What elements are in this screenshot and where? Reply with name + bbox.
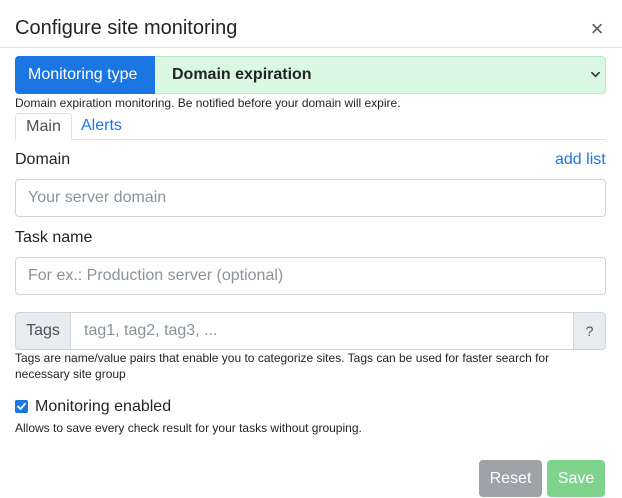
dialog-title: Configure site monitoring [15,17,238,39]
monitoring-enabled-label[interactable]: Monitoring enabled [35,397,171,417]
chevron-down-icon [591,71,600,78]
tab-bar: Main Alerts [15,113,606,140]
monitoring-type-label: Monitoring type [15,56,155,94]
tab-alerts[interactable]: Alerts [81,113,122,140]
tags-help-text-line1: Tags are name/value pairs that enable yo… [15,351,550,365]
monitoring-enabled-checkbox[interactable] [15,400,28,413]
tags-help-text-line2: necessary site group [15,367,126,381]
configure-monitoring-dialog: Configure site monitoring × Monitoring t… [0,0,622,498]
add-list-link[interactable]: add list [555,150,606,170]
domain-input[interactable]: Your server domain [15,179,606,217]
dialog-header: Configure site monitoring × [0,0,622,48]
domain-label: Domain [15,151,71,168]
task-name-label: Task name [15,229,93,246]
tags-help-button[interactable]: ? [573,312,606,350]
close-icon[interactable]: × [585,16,609,42]
monitoring-enabled-help: Allows to save every check result for yo… [15,421,362,435]
tab-main[interactable]: Main [15,113,72,140]
monitoring-type-help: Domain expiration monitoring. Be notifie… [15,96,401,110]
tags-input-group: Tags tag1, tag2, tag3, ... ? [15,312,606,350]
check-icon [17,402,26,410]
tags-input[interactable]: tag1, tag2, tag3, ... [70,312,574,350]
monitoring-type-group: Monitoring type Domain expiration [15,56,606,94]
task-name-input[interactable]: For ex.: Production server (optional) [15,257,606,295]
monitoring-type-select[interactable]: Domain expiration [155,56,606,94]
reset-button[interactable]: Reset [479,460,542,497]
save-button[interactable]: Save [547,460,605,497]
monitoring-type-selected: Domain expiration [172,66,312,83]
tags-prefix: Tags [15,312,71,350]
